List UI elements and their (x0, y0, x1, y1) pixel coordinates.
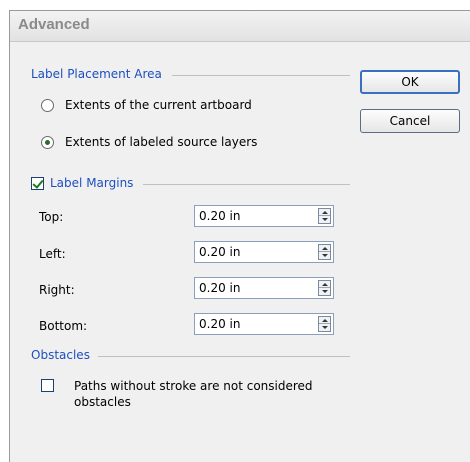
top-margin-field[interactable] (194, 205, 334, 227)
radio-labeled-source-layers[interactable] (41, 136, 54, 149)
radio-current-artboard-label[interactable]: Extents of the current artboard (65, 98, 252, 112)
stepper-up-icon[interactable] (319, 245, 330, 252)
title-bar[interactable]: Advanced (10, 11, 470, 42)
left-margin-stepper[interactable] (318, 244, 331, 260)
obstacles-checkbox[interactable] (41, 379, 54, 392)
left-margin-label: Left: (39, 247, 66, 261)
label-margins-checkbox[interactable] (31, 177, 44, 190)
stepper-down-icon[interactable] (319, 288, 330, 295)
label-margins-title[interactable]: Label Margins (50, 176, 133, 190)
stepper-up-icon[interactable] (319, 281, 330, 288)
top-margin-input[interactable] (199, 208, 309, 224)
stepper-up-icon[interactable] (319, 317, 330, 324)
bottom-margin-input[interactable] (199, 316, 309, 332)
bottom-margin-field[interactable] (194, 313, 334, 335)
placement-group-divider (172, 75, 350, 76)
dialog-title: Advanced (18, 16, 90, 33)
radio-current-artboard[interactable] (41, 99, 54, 112)
left-margin-field[interactable] (194, 241, 334, 263)
placement-group-title: Label Placement Area (31, 67, 162, 81)
stepper-up-icon[interactable] (319, 209, 330, 216)
right-margin-input[interactable] (199, 280, 309, 296)
obstacles-checkbox-label[interactable]: Paths without stroke are not considered … (74, 378, 313, 410)
bottom-margin-label: Bottom: (39, 319, 88, 333)
label-margins-divider (143, 184, 350, 185)
obstacles-divider (98, 356, 350, 357)
right-margin-stepper[interactable] (318, 280, 331, 296)
left-margin-input[interactable] (199, 244, 309, 260)
stepper-down-icon[interactable] (319, 252, 330, 259)
stepper-down-icon[interactable] (319, 216, 330, 223)
right-margin-label: Right: (39, 283, 75, 297)
top-margin-label: Top: (39, 210, 64, 224)
top-margin-stepper[interactable] (318, 208, 331, 224)
bottom-margin-stepper[interactable] (318, 316, 331, 332)
radio-labeled-source-layers-label[interactable]: Extents of labeled source layers (65, 135, 257, 149)
right-margin-field[interactable] (194, 277, 334, 299)
obstacles-group-title: Obstacles (31, 348, 90, 362)
ok-button[interactable]: OK (360, 70, 460, 94)
stepper-down-icon[interactable] (319, 324, 330, 331)
cancel-button[interactable]: Cancel (360, 109, 460, 133)
advanced-dialog: Advanced Label Placement Area Extents of… (9, 10, 470, 462)
